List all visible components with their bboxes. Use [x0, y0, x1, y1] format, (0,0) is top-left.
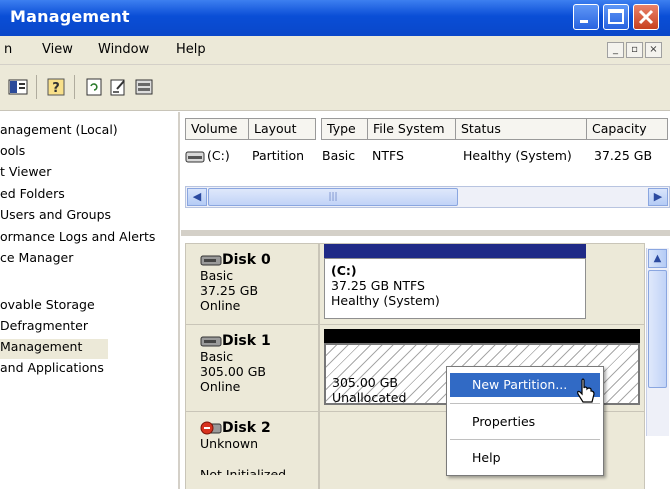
- title-bar: Management: [0, 0, 670, 36]
- window-title: Management: [10, 7, 130, 26]
- disk-0-type: Basic: [200, 268, 234, 283]
- partition-bar: [324, 329, 640, 343]
- menu-item-help[interactable]: Help: [450, 446, 600, 470]
- mdi-minimize-button[interactable]: _: [607, 42, 624, 58]
- column-header-type[interactable]: Type: [321, 118, 368, 140]
- partition-c-size: 37.25 GB NTFS: [331, 278, 425, 293]
- tree-item-shared-folders[interactable]: ed Folders: [0, 186, 65, 206]
- horizontal-scrollbar[interactable]: ◀ ||| ▶: [185, 186, 670, 208]
- menu-item-properties[interactable]: Properties: [450, 410, 600, 434]
- hand-cursor-icon: [577, 378, 595, 403]
- tree-item-computer-management[interactable]: anagement (Local): [0, 122, 118, 142]
- disk-1-name: Disk 1: [222, 333, 271, 349]
- disk-1-size: 305.00 GB: [200, 364, 266, 379]
- tree-item-system-tools[interactable]: ools: [0, 143, 25, 163]
- disk-2-name: Disk 2: [222, 420, 271, 436]
- column-header-file-system[interactable]: File System: [367, 118, 456, 140]
- tree-item-removable-storage[interactable]: ovable Storage: [0, 297, 95, 317]
- scroll-up-arrow-icon[interactable]: ▲: [648, 249, 667, 268]
- cell-capacity: 37.25 GB: [594, 148, 653, 163]
- mdi-restore-button[interactable]: ▫: [626, 42, 643, 58]
- partition-c-status: Healthy (System): [331, 293, 440, 308]
- vertical-scrollbar[interactable]: ▲: [646, 248, 669, 436]
- disk-0-partitions: (C:) 37.25 GB NTFS Healthy (System): [319, 243, 645, 325]
- mdi-controls: _ ▫ ×: [605, 41, 662, 58]
- cell-type: Basic: [322, 148, 356, 163]
- tree-item-services-apps[interactable]: and Applications: [0, 360, 104, 380]
- scroll-left-arrow-icon[interactable]: ◀: [187, 188, 207, 206]
- tree-item-event-viewer[interactable]: t Viewer: [0, 164, 51, 184]
- disk-1-label[interactable]: Disk 1 Basic 305.00 GB Online: [185, 324, 319, 412]
- column-header-layout[interactable]: Layout: [248, 118, 316, 140]
- column-header-volume[interactable]: Volume: [185, 118, 249, 140]
- tree-item-disk-management[interactable]: Management: [0, 339, 108, 359]
- minimize-icon: [580, 20, 588, 23]
- disk-2-state: Not Initialized: [200, 467, 287, 475]
- disk-0-size: 37.25 GB: [200, 283, 259, 298]
- help-icon[interactable]: ?: [46, 77, 66, 97]
- tree-item-defragmenter[interactable]: Defragmenter: [0, 318, 88, 338]
- svg-text:?: ?: [52, 81, 60, 96]
- tree-item-perf-logs[interactable]: ormance Logs and Alerts: [0, 229, 155, 249]
- toolbar-separator: [74, 75, 75, 99]
- menu-window[interactable]: Window: [98, 42, 149, 57]
- toolbar: ?: [0, 65, 670, 111]
- disk-icon: [200, 336, 222, 347]
- tree-item-users-groups[interactable]: Users and Groups: [0, 207, 111, 227]
- menu-separator: [450, 439, 600, 440]
- partition-c[interactable]: (C:) 37.25 GB NTFS Healthy (System): [324, 258, 586, 319]
- cell-volume: (C:): [207, 148, 230, 163]
- disk-1-state: Online: [200, 379, 241, 394]
- close-button[interactable]: [633, 4, 659, 30]
- disk-0-name: Disk 0: [222, 252, 271, 268]
- close-icon: [638, 9, 654, 25]
- scrollbar-thumb[interactable]: |||: [208, 188, 458, 206]
- properties-icon[interactable]: [108, 77, 128, 97]
- drive-icon: [185, 151, 205, 163]
- menu-help[interactable]: Help: [176, 42, 206, 57]
- disk-0-state: Online: [200, 298, 241, 313]
- column-header-capacity[interactable]: Capacity: [586, 118, 668, 140]
- scroll-right-arrow-icon[interactable]: ▶: [648, 188, 668, 206]
- scrollbar-thumb[interactable]: [648, 270, 667, 388]
- maximize-icon: [608, 9, 624, 24]
- disk-1-type: Basic: [200, 349, 234, 364]
- cell-file-system: NTFS: [372, 148, 404, 163]
- show-hide-tree-icon[interactable]: [8, 77, 28, 97]
- tree-item-device-manager[interactable]: ce Manager: [0, 250, 73, 270]
- mdi-close-button[interactable]: ×: [645, 42, 662, 58]
- cell-layout: Partition: [252, 148, 305, 163]
- disk-0-label[interactable]: Disk 0 Basic 37.25 GB Online: [185, 243, 319, 325]
- console-tree: anagement (Local) ools t Viewer ed Folde…: [0, 112, 180, 489]
- menu-action[interactable]: n: [4, 42, 12, 57]
- maximize-button[interactable]: [603, 4, 629, 30]
- minimize-button[interactable]: [573, 4, 599, 30]
- refresh-icon[interactable]: [84, 77, 104, 97]
- column-header-status[interactable]: Status: [455, 118, 587, 140]
- volume-list: Volume Layout Type File System Status Ca…: [181, 112, 670, 222]
- cell-status: Healthy (System): [463, 148, 572, 163]
- menu-view[interactable]: View: [42, 42, 73, 57]
- partition-c-label: (C:): [331, 263, 357, 278]
- disk-list-icon[interactable]: [134, 77, 154, 97]
- disk-icon: [200, 255, 222, 266]
- disk-2-type: Unknown: [200, 436, 259, 451]
- toolbar-separator: [36, 75, 37, 99]
- menu-bar: n View Window Help _ ▫ ×: [0, 36, 670, 65]
- partition-bar: [324, 244, 586, 258]
- disk-error-icon: [200, 421, 222, 435]
- disk-2-label[interactable]: Disk 2 Unknown Not Initialized: [185, 411, 319, 489]
